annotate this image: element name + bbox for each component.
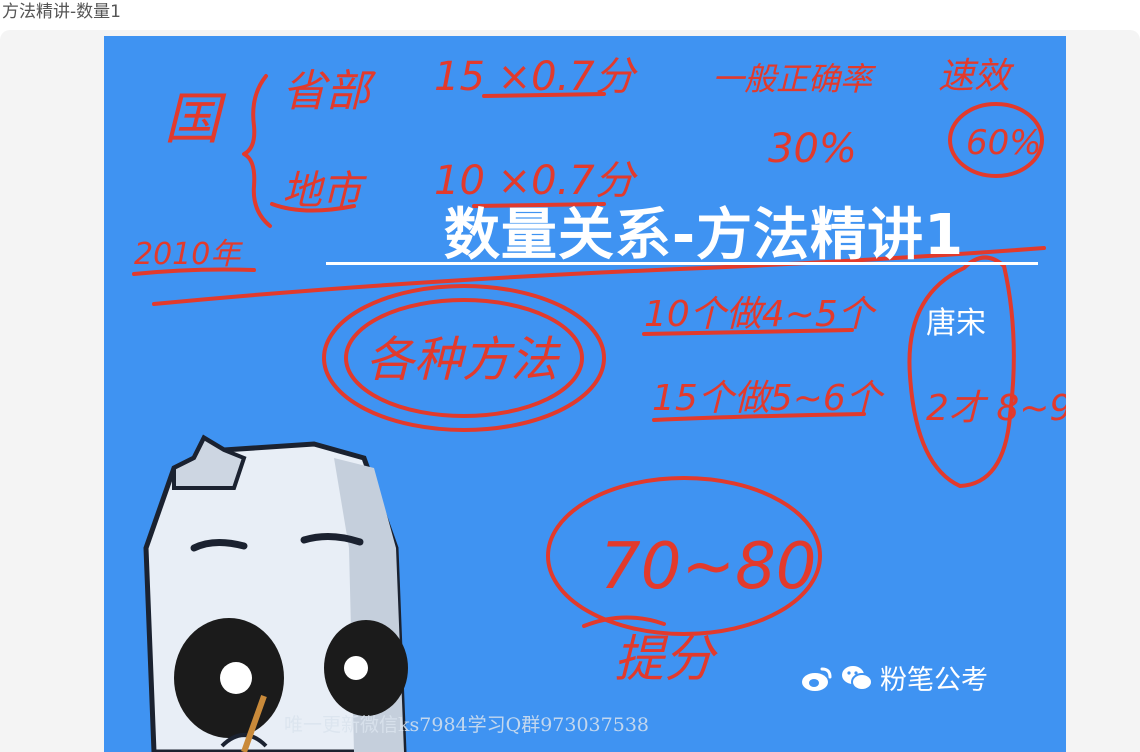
window-title: 方法精讲-数量1 bbox=[2, 2, 121, 22]
slide-author: 唐宋 bbox=[926, 306, 986, 341]
brand-logo: 粉笔公考 bbox=[800, 658, 988, 697]
annotation-method: 各种方法 bbox=[366, 332, 562, 388]
handwritten-text: 国 省部 地市 15 ×0.7分 10 ×0.7分 一般正确率 30% 速效 6… bbox=[134, 54, 1066, 688]
annotation-rate-label: 一般正确率 bbox=[712, 60, 877, 98]
annotation-target-label: 提分 bbox=[614, 630, 718, 688]
annotation-range-a: 10个做4~5个 bbox=[644, 294, 877, 335]
wechat-icon bbox=[842, 665, 873, 691]
annotation-rate-value: 30% bbox=[768, 126, 857, 172]
brand-name: 粉笔公考 bbox=[880, 665, 988, 696]
window-titlebar: 方法精讲-数量1 bbox=[0, 0, 1140, 30]
annotation-range-b: 15个做5~6个 bbox=[652, 378, 885, 419]
lecture-slide: 国 省部 地市 15 ×0.7分 10 ×0.7分 一般正确率 30% 速效 6… bbox=[104, 36, 1066, 752]
title-underline bbox=[326, 262, 1038, 265]
annotation-year: 2010年 bbox=[134, 237, 243, 272]
video-player-stage[interactable]: 国 省部 地市 15 ×0.7分 10 ×0.7分 一般正确率 30% 速效 6… bbox=[0, 30, 1140, 752]
annotation-score-a: 15 ×0.7分 bbox=[434, 54, 638, 100]
annotation-do-count: 2才 8~9 bbox=[926, 388, 1066, 429]
annotation-quick-label: 速效 bbox=[938, 56, 1015, 97]
watermark-text: 唯一更新微信ks7984学习Q群973037538 bbox=[284, 714, 649, 736]
annotation-quick-value: 60% bbox=[966, 123, 1042, 163]
annotation-shengbu: 省部 bbox=[282, 66, 377, 117]
annotation-guo: 国 bbox=[164, 87, 227, 152]
weibo-icon bbox=[802, 667, 832, 691]
annotation-target-range: 70~80 bbox=[600, 530, 817, 604]
slide-title: 数量关系-方法精讲1 bbox=[443, 203, 965, 268]
